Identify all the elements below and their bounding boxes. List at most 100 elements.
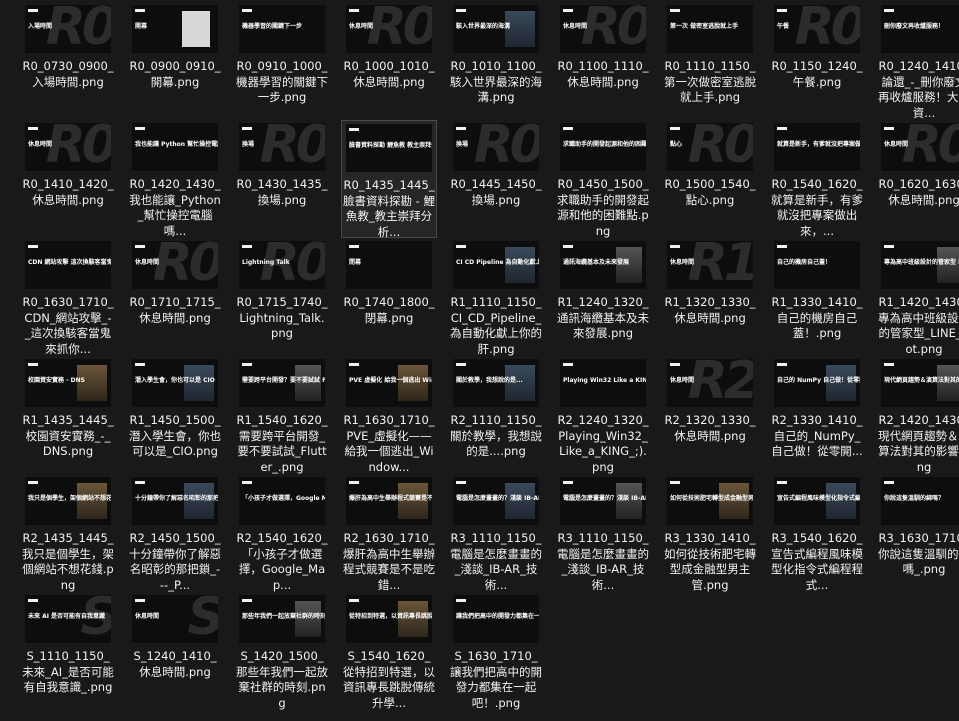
- file-item[interactable]: 駭入世界最深的海溝 R0_1010_1100_駭入世界最深的海溝.png: [448, 2, 544, 118]
- file-item[interactable]: R0 休息時間 R0_1710_1715_休息時間.png: [127, 238, 223, 354]
- file-item[interactable]: R0 午餐 R0_1150_1240_午餐.png: [769, 2, 865, 118]
- file-item[interactable]: 自己的 NumPy 自己做！從零開始打造多維陣列 R2_1330_1410_自己的…: [769, 356, 865, 472]
- file-item[interactable]: R0 換場 R0_1430_1435_換場.png: [234, 120, 330, 236]
- file-name: R2_1320_1330_休息時間.png: [664, 413, 756, 443]
- file-name: R0_1715_1740_Lightning_Talk.png: [236, 295, 328, 340]
- file-item[interactable]: 你說這隻溫馴的綿嗎？ R3_1630_1710_你說這隻溫馴的綿嗎_.png: [876, 474, 959, 590]
- thumbnail-title: 換場: [456, 141, 469, 148]
- thumbnail-title: 求職助手的開發起源和他的困難點: [563, 141, 646, 148]
- file-item[interactable]: 校園資安實務 - DNS R1_1435_1445_校園資安實務_-_DNS.pn…: [20, 356, 116, 472]
- file-name: R1_1540_1620_需要跨平台開發_要不要試試_Flutter_.png: [236, 413, 328, 474]
- file-item[interactable]: 我也能讓 Python 幫忙操控電腦嗎 R0_1420_1430_我也能讓_Pyt…: [127, 120, 223, 238]
- thumbnail-title: 休息時間: [135, 259, 160, 266]
- file-name: R2_1110_1150_關於教學，我想說的是....png: [450, 413, 542, 458]
- file-name: R0_1740_1800_閉幕.png: [343, 295, 435, 325]
- file-item[interactable]: 需要跨平台開發？要不要試試 Flutter? R1_1540_1620_需要跨平台…: [234, 356, 330, 474]
- file-item[interactable]: 機器學習的關鍵下一步 R0_0910_1000_機器學習的關鍵下一步.png: [234, 2, 330, 118]
- file-item[interactable]: CI CD Pipeline 為自動化獻上你的肝 R1_1110_1150_CI_…: [448, 238, 544, 356]
- thumbnail-title: 讓我們把高中的開發力都集在一起吧！: [456, 613, 539, 620]
- file-item[interactable]: 那些年我們一起放棄社群的時刻 S_1420_1500_那些年我們一起放棄社群的時刻…: [234, 592, 330, 710]
- thumbnail-title: Playing Win32 Like a KING ;): [563, 377, 646, 384]
- file-item[interactable]: R0 點心 R0_1500_1540_點心.png: [662, 120, 758, 236]
- thumbnail-title: 潛入學生會，你也可以是 CIO: [135, 377, 215, 384]
- file-item[interactable]: 現代網頁趨勢＆演算法對其的影響 R2_1420_1430_現代網頁趨勢＆演算法對其…: [876, 356, 959, 474]
- file-name: R2_1450_1500_十分鐘帶你了解惡名昭彰的那把鎖_---_P...: [129, 531, 221, 592]
- file-item[interactable]: Playing Win32 Like a KING ;) R2_1240_1320…: [555, 356, 651, 474]
- file-item[interactable]: 讓我們把高中的開發力都集在一起吧！ S_1630_1710_讓我們把高中的開發力都…: [448, 592, 544, 710]
- thumbnail-stamp: [670, 363, 680, 366]
- file-item[interactable]: 關於教學，我想說的是... R2_1110_1150_關於教學，我想說的是....…: [448, 356, 544, 472]
- thumbnail-title: 休息時間: [28, 141, 53, 148]
- file-item[interactable]: 刪你廢文再收爐服務！ R0_1240_1410_論還_-_刪你廢文再收爐服務！大型…: [876, 2, 959, 120]
- thumbnail-title: 通訊海纜基本及未來發展: [563, 259, 630, 266]
- file-item[interactable]: 爆肝為高中生舉辦程式競賽是不是吃錯藥？ R2_1630_1710_爆肝為高中生舉辦…: [341, 474, 437, 592]
- file-item[interactable]: R0 Lightning Talk R0_1715_1740_Lightning_T…: [234, 238, 330, 354]
- file-item[interactable]: 專為高中班級設計的管家型 LINE Bot R1_1420_1430_專為高中班級…: [876, 238, 959, 356]
- thumbnail-stamp: [456, 481, 466, 484]
- file-item[interactable]: 就算是新手，有爹就沒把專案做出來 R0_1540_1620_就算是新手，有爹就沒把…: [769, 120, 865, 238]
- file-name: R1_1330_1410_自己的機房自己蓋！.png: [771, 295, 863, 340]
- file-item[interactable]: R2 休息時間 R2_1320_1330_休息時間.png: [662, 356, 758, 472]
- file-thumbnail: 臉書資料探勘 鯉魚教 教主崇拜分析: [346, 124, 432, 172]
- file-item[interactable]: R0休息時間 R0_1620_1630_休息時間.png: [876, 120, 959, 236]
- thumbnail-title: 點心: [670, 141, 683, 148]
- thumbnail-stamp: [456, 9, 466, 12]
- file-thumbnail: R0休息時間: [346, 5, 432, 53]
- file-item[interactable]: 電腦是怎麼畫畫的？淺談 IB-AR 技術 R3_1110_1150_電腦是怎麼畫畫…: [555, 474, 651, 592]
- thumbnail-title: 開幕: [135, 23, 148, 30]
- thumbnail-stamp: [242, 9, 252, 12]
- file-item[interactable]: 通訊海纜基本及未來發展 R1_1240_1320_通訊海纜基本及未來發展.png: [555, 238, 651, 354]
- thumbnail-stamp: [456, 599, 466, 602]
- file-item[interactable]: R0 換場 R0_1445_1450_換場.png: [448, 120, 544, 236]
- file-item[interactable]: 「小孩子才做選擇，Google Maps 與 OSM 我全都要」 R2_1540_…: [234, 474, 330, 592]
- file-item[interactable]: S 休息時間 S_1240_1410_休息時間.png: [127, 592, 223, 708]
- file-item[interactable]: 臉書資料探勘 鯉魚教 教主崇拜分析 R0_1435_1445_臉書資料探勘 - 鯉…: [341, 120, 437, 239]
- thumbnail-stamp: [563, 9, 573, 12]
- file-item[interactable]: R0 休息時間 R0_1100_1110_休息時間.png: [555, 2, 651, 118]
- thumbnail-title: 刪你廢文再收爐服務！: [884, 23, 945, 30]
- thumbnail-stamp: [670, 481, 680, 484]
- thumbnail-title: 自己的機房自己蓋！: [777, 259, 832, 266]
- file-item[interactable]: 如何從技術肥宅轉型成金融型男主管 R3_1330_1410_如何從技術肥宅轉型成金…: [662, 474, 758, 592]
- file-name: R2_1540_1620_「小孩子才做選擇，Google_Map...: [236, 531, 328, 592]
- thumbnail-title: 臉書資料探勘 鯉魚教 教主崇拜分析: [349, 142, 432, 149]
- file-item[interactable]: R0 休息時間 R0_1000_1010_休息時間.png: [341, 2, 437, 118]
- thumbnail-stamp: [349, 128, 359, 131]
- file-thumbnail: 我只是個學生，架個網站不想花錢: [25, 477, 111, 525]
- thumbnail-title: PVE 虛擬化 給我一個逃出 Windows 的理由！: [349, 377, 432, 384]
- file-name: R3_1630_1710_你說這隻溫馴的綿嗎_.png: [878, 531, 959, 576]
- file-item[interactable]: R1 休息時間 R1_1320_1330_休息時間.png: [662, 238, 758, 354]
- file-item[interactable]: 十分鐘帶你了解惡名昭彰的那把鎖 Python GIL R2_1450_1500_十…: [127, 474, 223, 592]
- file-item[interactable]: PVE 虛擬化 給我一個逃出 Windows 的理由！ R1_1630_1710_…: [341, 356, 437, 474]
- thumbnail-room-watermark: R0: [687, 123, 753, 171]
- file-name: R2_1630_1710_爆肝為高中生舉辦程式競賽是不是吃錯...: [343, 531, 435, 592]
- file-name: R0_0900_0910_開幕.png: [129, 59, 221, 89]
- file-name: R1_1435_1445_校園資安實務_-_DNS.png: [22, 413, 114, 458]
- thumbnail-title: 休息時間: [670, 377, 695, 384]
- file-item[interactable]: 開幕 R0_0900_0910_開幕.png: [127, 2, 223, 118]
- thumbnail-room-watermark: R0: [45, 123, 111, 171]
- file-item[interactable]: 閉幕 R0_1740_1800_閉幕.png: [341, 238, 437, 354]
- thumbnail-stamp: [135, 363, 145, 366]
- file-thumbnail: 通訊海纜基本及未來發展: [560, 241, 646, 289]
- file-name: R0_1100_1110_休息時間.png: [557, 59, 649, 89]
- file-item[interactable]: 電腦是怎麼畫畫的？淺談 IB-AR 技術 R3_1110_1150_電腦是怎麼畫畫…: [448, 474, 544, 592]
- file-thumbnail: R0休息時間: [25, 123, 111, 171]
- thumbnail-stamp: [670, 245, 680, 248]
- file-item[interactable]: R0 入場時間 R0_0730_0900_入場時間.png: [20, 2, 116, 118]
- file-item[interactable]: 我只是個學生，架個網站不想花錢 R2_1435_1445_我只是個學生，架個網站不…: [20, 474, 116, 592]
- file-item[interactable]: 第一次 做密室逃脫就上手 R0_1110_1150_第一次做密室逃脫就上手.png: [662, 2, 758, 118]
- file-item[interactable]: 宣告式編程風味模型化指令式編程程式碼 R3_1540_1620_宣告式編程風味模型…: [769, 474, 865, 592]
- file-item[interactable]: 自己的機房自己蓋！ R1_1330_1410_自己的機房自己蓋！.png: [769, 238, 865, 354]
- file-item[interactable]: 從特招到特選，以資訊專長跳脫傳統升學體制 S_1540_1620_從特招到特選，以…: [341, 592, 437, 710]
- file-thumbnail: R0 換場: [453, 123, 539, 171]
- file-item[interactable]: R0 休息時間 R0_1410_1420_休息時間.png: [20, 120, 116, 236]
- file-name: R1_1320_1330_休息時間.png: [664, 295, 756, 325]
- thumbnail-stamp: [456, 363, 466, 366]
- file-item[interactable]: 求職助手的開發起源和他的困難點 R0_1450_1500_求職助手的開發起源和他的…: [555, 120, 651, 238]
- file-name: R0_1150_1240_午餐.png: [771, 59, 863, 89]
- file-item[interactable]: 潛入學生會，你也可以是 CIO R1_1450_1500_潛入學生會，你也可以是_…: [127, 356, 223, 472]
- file-item[interactable]: S 未來 AI 是否可能有自我意識 S_1110_1150_未來_AI_是否可能有自…: [20, 592, 116, 708]
- file-item[interactable]: CDN 網站攻擊 這次換駭客當鬼來抓你 R0_1630_1710_CDN_網站攻擊…: [20, 238, 116, 356]
- thumbnail-stamp: [777, 127, 787, 130]
